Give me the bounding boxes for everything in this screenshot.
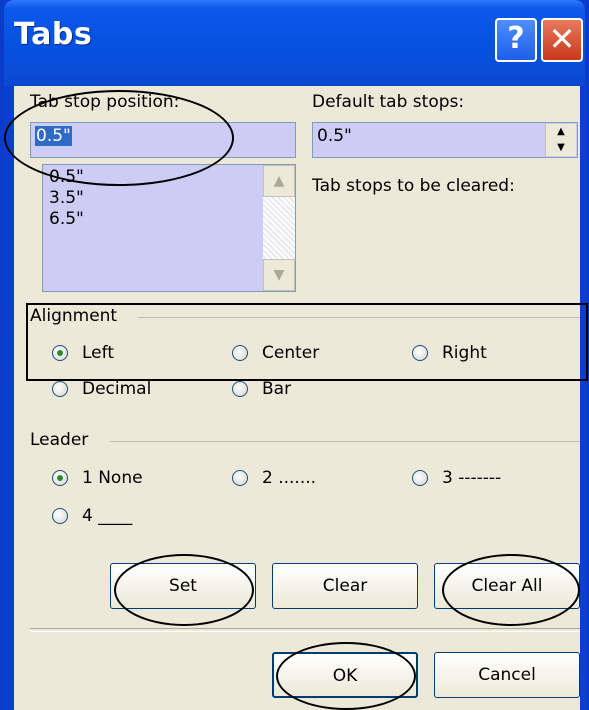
default-tab-stops-spinner[interactable]: 0.5" ▲ ▼ bbox=[312, 122, 578, 158]
list-item[interactable]: 3.5" bbox=[49, 188, 84, 208]
spinner-buttons[interactable]: ▲ ▼ bbox=[545, 124, 576, 156]
dialog-title: Tabs bbox=[14, 17, 93, 52]
alignment-decimal-label: Decimal bbox=[82, 379, 152, 399]
leader-dots-radio[interactable]: 2 ....... bbox=[232, 468, 316, 488]
leader-none-label: 1 None bbox=[82, 468, 143, 488]
set-button[interactable]: Set bbox=[110, 563, 256, 609]
alignment-left-label: Left bbox=[82, 343, 114, 363]
close-button[interactable]: ✕ bbox=[541, 18, 583, 62]
list-item[interactable]: 0.5" bbox=[49, 167, 84, 187]
alignment-right-label: Right bbox=[442, 343, 487, 363]
list-item[interactable]: 6.5" bbox=[49, 209, 84, 229]
alignment-left-radio[interactable]: Left bbox=[52, 343, 114, 363]
leader-none-radio[interactable]: 1 None bbox=[52, 468, 143, 488]
title-bar[interactable]: Tabs ? ✕ bbox=[4, 0, 585, 86]
radio-icon bbox=[52, 381, 68, 397]
help-button[interactable]: ? bbox=[495, 18, 537, 62]
radio-icon bbox=[412, 345, 428, 361]
leader-dashes-label: 3 ------- bbox=[442, 468, 502, 488]
default-tab-stops-value: 0.5" bbox=[317, 126, 352, 146]
leader-group-divider bbox=[110, 441, 580, 442]
tabs-dialog: Tabs ? ✕ Tab stop position: 0.5" 0.5" 3.… bbox=[0, 0, 589, 710]
leader-group-label: Leader bbox=[30, 430, 89, 450]
cancel-button[interactable]: Cancel bbox=[434, 652, 580, 698]
spin-up-icon[interactable]: ▲ bbox=[546, 124, 576, 140]
tab-stop-position-label: Tab stop position: bbox=[30, 92, 180, 112]
clear-all-button[interactable]: Clear All bbox=[434, 563, 580, 609]
clear-button[interactable]: Clear bbox=[272, 563, 418, 609]
radio-selected-icon bbox=[52, 345, 68, 361]
leader-underline-radio[interactable]: 4 ____ bbox=[52, 506, 132, 526]
tab-stop-position-input[interactable]: 0.5" bbox=[30, 122, 296, 158]
tab-stops-cleared-label: Tab stops to be cleared: bbox=[312, 176, 515, 196]
radio-icon bbox=[232, 381, 248, 397]
scroll-up-icon[interactable]: ▲ bbox=[263, 165, 295, 197]
dialog-body: Tab stop position: 0.5" 0.5" 3.5" 6.5" ▲… bbox=[14, 86, 580, 710]
alignment-center-radio[interactable]: Center bbox=[232, 343, 319, 363]
radio-icon bbox=[412, 470, 428, 486]
alignment-decimal-radio[interactable]: Decimal bbox=[52, 379, 151, 399]
leader-dashes-radio[interactable]: 3 ------- bbox=[412, 468, 501, 488]
ok-button[interactable]: OK bbox=[272, 652, 418, 698]
tab-stop-position-value: 0.5" bbox=[35, 126, 72, 146]
leader-underline-label: 4 ____ bbox=[82, 506, 133, 526]
alignment-bar-label: Bar bbox=[262, 379, 292, 399]
list-scrollbar[interactable]: ▲ ▼ bbox=[263, 165, 295, 291]
radio-selected-icon bbox=[52, 470, 68, 486]
radio-icon bbox=[232, 470, 248, 486]
radio-icon bbox=[232, 345, 248, 361]
alignment-bar-radio[interactable]: Bar bbox=[232, 379, 291, 399]
alignment-center-label: Center bbox=[262, 343, 320, 363]
alignment-group-label: Alignment bbox=[30, 306, 118, 326]
leader-dots-label: 2 ....... bbox=[262, 468, 317, 488]
spin-down-icon[interactable]: ▼ bbox=[546, 140, 576, 156]
alignment-right-radio[interactable]: Right bbox=[412, 343, 487, 363]
scroll-down-icon[interactable]: ▼ bbox=[263, 259, 295, 291]
separator bbox=[30, 628, 580, 632]
default-tab-stops-label: Default tab stops: bbox=[312, 92, 465, 112]
tab-stop-list[interactable]: 0.5" 3.5" 6.5" ▲ ▼ bbox=[42, 164, 296, 292]
radio-icon bbox=[52, 508, 68, 524]
alignment-group-divider bbox=[138, 317, 580, 318]
